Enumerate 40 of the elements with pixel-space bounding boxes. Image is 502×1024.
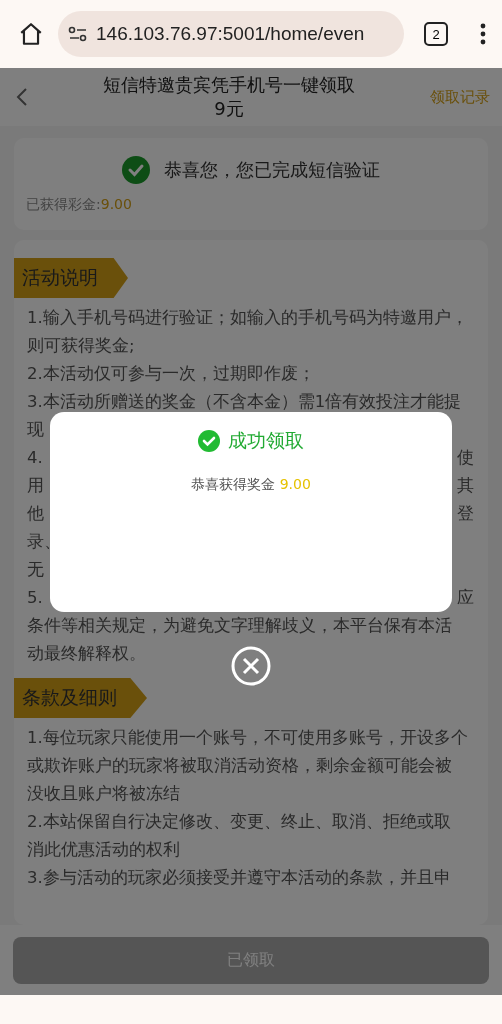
rule-text: 则可获得奖金; <box>27 335 135 357</box>
back-icon[interactable] <box>16 87 28 107</box>
rule-text: 录、 <box>27 531 61 553</box>
rule-text: 消此优惠活动的权利 <box>27 839 180 861</box>
dialog-message: 恭喜获得奖金 9.00 <box>190 476 312 494</box>
page-title: 9元 <box>213 97 245 121</box>
address-bar[interactable]: 146.103.76.97:5001/home/even <box>58 11 404 57</box>
rule-text: 2.本活动仅可参与一次，过期即作废； <box>27 363 315 385</box>
rule-text: 3.参与活动的玩家必须接受并遵守本活动的条款，并且申 <box>27 867 451 889</box>
rule-text: 现 <box>27 419 44 441</box>
rule-text: 3.本活动所赠送的奖金（不含本金）需1倍有效投注才能提 <box>27 391 462 413</box>
rule-text: 其 <box>457 475 474 497</box>
rule-text: 5. <box>27 587 43 609</box>
page-title: 短信特邀贵宾凭手机号一键领取 <box>102 73 356 97</box>
verification-message: 恭喜您，您已完成短信验证 <box>164 158 380 182</box>
rule-text: 无 <box>27 559 44 581</box>
home-icon[interactable] <box>18 21 44 47</box>
section-ribbon: 条款及细则 <box>14 678 147 718</box>
rule-text: 他 <box>27 503 44 525</box>
section-ribbon: 活动说明 <box>14 258 128 298</box>
check-circle-icon <box>198 430 220 452</box>
rule-text: 条件等相关规定，为避免文字理解歧义，本平台保有本活 <box>27 615 452 637</box>
rule-text: 没收且账户将被冻结 <box>27 783 180 805</box>
check-circle-icon <box>122 156 150 184</box>
close-icon[interactable] <box>231 646 271 686</box>
tab-count-button[interactable]: 2 <box>424 22 448 46</box>
rule-text: 登 <box>457 503 474 525</box>
rule-text: 用 <box>27 475 44 497</box>
rule-text: 应 <box>457 587 474 609</box>
rule-text: 4. <box>27 447 43 469</box>
rule-text: 1.输入手机号码进行验证；如输入的手机号码为特邀用户， <box>27 307 468 329</box>
rule-text: 2.本站保留自行决定修改、变更、终止、取消、拒绝或取 <box>27 811 451 833</box>
rule-text: 使 <box>457 447 474 469</box>
rule-text: 动最终解释权。 <box>27 643 146 665</box>
rule-text: 1.每位玩家只能使用一个账号，不可使用多账号，开设多个 <box>27 727 468 749</box>
rule-text: 或欺诈账户的玩家将被取消活动资格，剩余金额可能会被 <box>27 755 452 777</box>
menu-icon[interactable] <box>480 23 486 45</box>
earned-amount: 已获得彩金:9.00 <box>26 196 133 214</box>
site-settings-icon[interactable] <box>68 26 88 42</box>
dialog-title: 成功领取 <box>228 428 304 453</box>
